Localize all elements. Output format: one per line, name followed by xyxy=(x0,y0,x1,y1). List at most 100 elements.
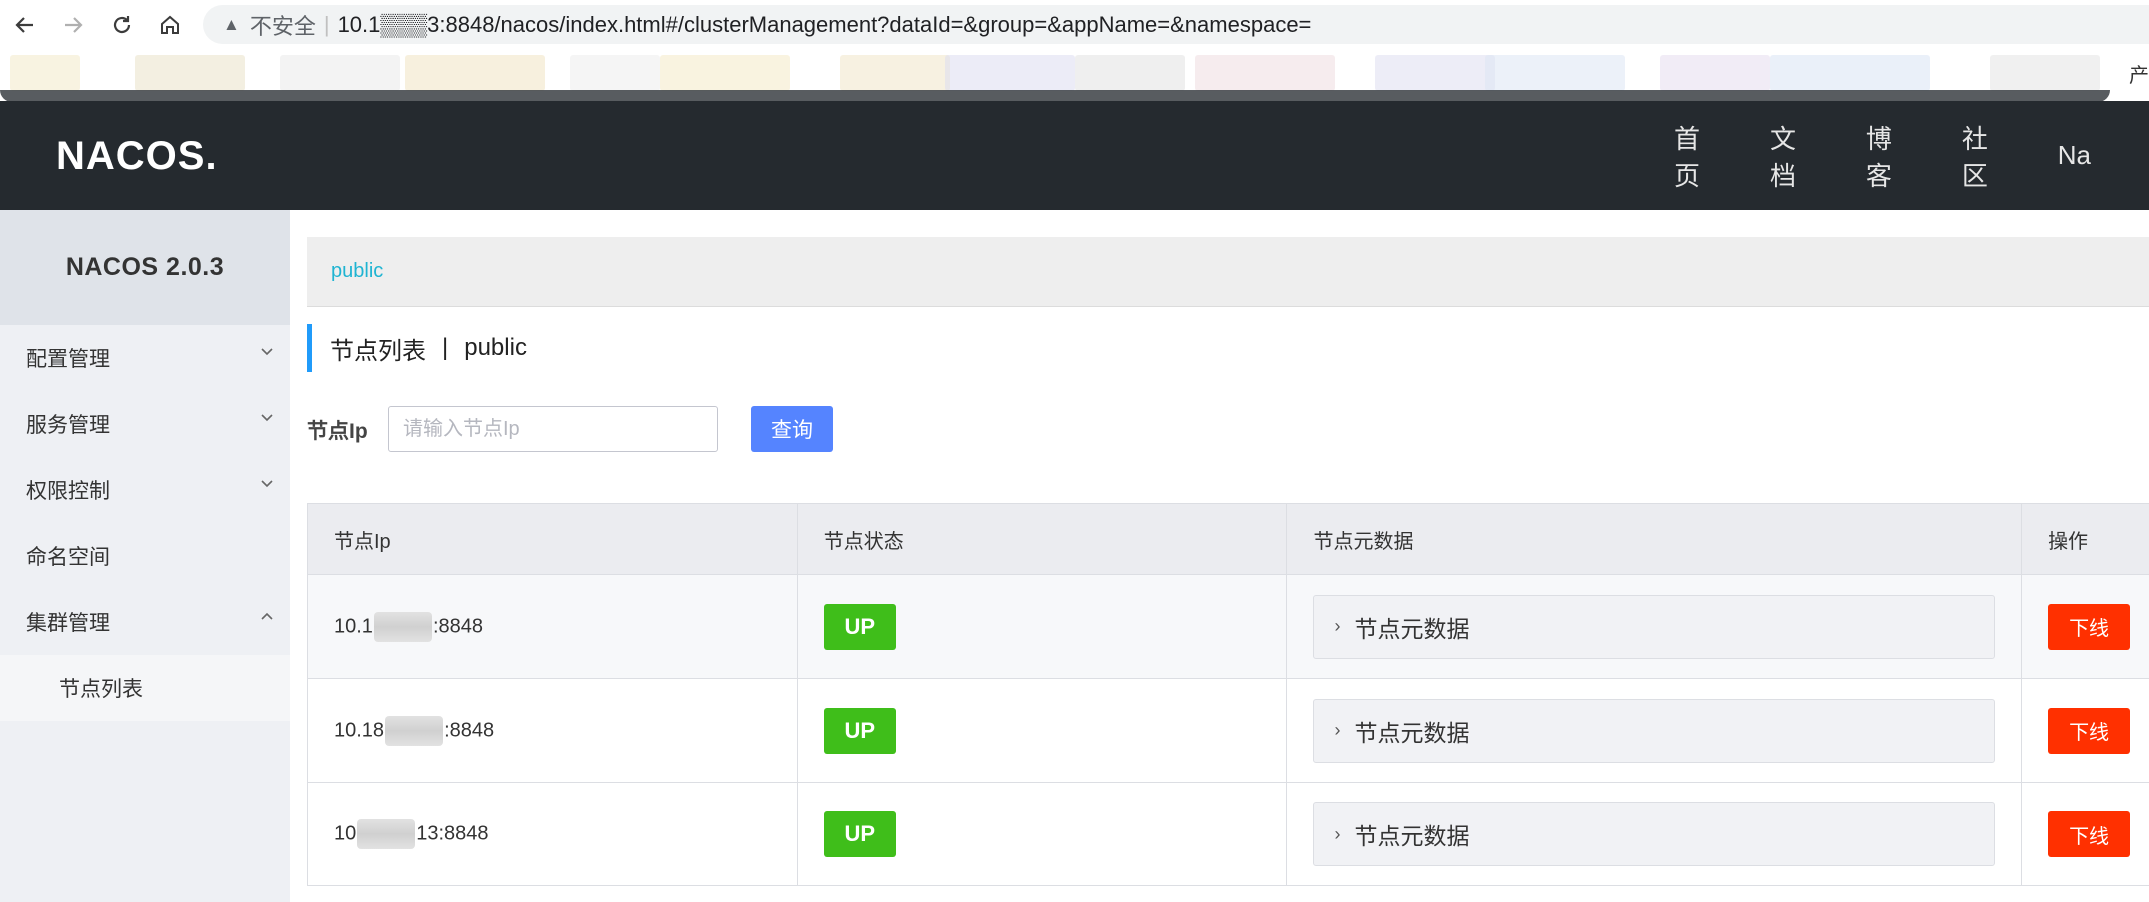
table-row: 10 13:8848 UP › 节点元数据 下线 xyxy=(308,782,2149,886)
sidebar-item-label: 集群管理 xyxy=(26,612,110,635)
metadata-label: 节点元数据 xyxy=(1354,823,1470,849)
address-bar[interactable]: ▲ 不安全 | 10.1▒▒▒3:8848/nacos/index.html#/… xyxy=(203,5,2149,44)
node-ip-cell: 10.1:8848 xyxy=(308,575,798,678)
node-ip: 10.1:8848 xyxy=(334,611,483,642)
query-button[interactable]: 查询 xyxy=(751,406,833,452)
nacos-logo[interactable]: NACOS. xyxy=(56,129,236,179)
offline-button[interactable]: 下线 xyxy=(2048,707,2131,754)
bookmark-item[interactable] xyxy=(1770,55,1930,91)
node-ip: 10 13:8848 xyxy=(334,819,489,849)
chevron-right-icon: › xyxy=(1334,616,1341,636)
url-text[interactable]: 10.1▒▒▒3:8848/nacos/index.html#/clusterM… xyxy=(338,12,1312,38)
insecure-label: 不安全 xyxy=(249,13,316,39)
bookmark-item[interactable] xyxy=(10,55,80,91)
column-header-metadata: 节点元数据 xyxy=(1287,504,2023,574)
metadata-collapse[interactable]: › 节点元数据 xyxy=(1313,802,1996,866)
page-title: 节点列表 | public xyxy=(307,324,527,372)
sidebar-item-label: 配置管理 xyxy=(26,348,110,371)
chevron-up-icon xyxy=(261,612,273,620)
browser-toolbar: ▲ 不安全 | 10.1▒▒▒3:8848/nacos/index.html#/… xyxy=(0,0,2149,49)
column-header-status: 节点状态 xyxy=(798,504,1288,574)
reload-icon[interactable] xyxy=(105,8,139,42)
top-nav: 首页 文档 博客 社区 Na xyxy=(1674,101,2149,210)
bookmark-item[interactable] xyxy=(660,55,790,91)
version-title: NACOS 2.0.3 xyxy=(0,210,290,325)
offline-button[interactable]: 下线 xyxy=(2048,603,2131,650)
bookmark-item[interactable] xyxy=(1195,55,1335,91)
bookmark-item[interactable] xyxy=(1075,55,1185,91)
sidebar-item-service[interactable]: 服务管理 xyxy=(0,391,290,457)
namespace-link-public[interactable]: public xyxy=(331,260,383,283)
action-cell: 下线 xyxy=(2022,575,2149,678)
sidebar-item-label: 命名空间 xyxy=(26,546,110,569)
status-badge: UP xyxy=(823,603,896,650)
node-metadata-cell: › 节点元数据 xyxy=(1287,575,2023,678)
sidebar-item-config[interactable]: 配置管理 xyxy=(0,325,290,391)
node-ip-cell: 10 13:8848 xyxy=(308,783,798,885)
node-metadata-cell: › 节点元数据 xyxy=(1287,783,2023,885)
sidebar-item-cluster[interactable]: 集群管理 xyxy=(0,589,290,655)
bookmark-item[interactable] xyxy=(280,55,400,91)
table-row: 10.18:8848 UP › 节点元数据 下线 xyxy=(308,678,2149,782)
bookmark-item[interactable] xyxy=(1990,55,2100,91)
bookmark-item[interactable] xyxy=(840,55,950,91)
node-ip-search-input[interactable] xyxy=(388,406,718,452)
metadata-label: 节点元数据 xyxy=(1354,719,1470,746)
sidebar-item-auth[interactable]: 权限控制 xyxy=(0,457,290,523)
table-header: 节点Ip 节点状态 节点元数据 操作 xyxy=(308,504,2149,574)
node-metadata-cell: › 节点元数据 xyxy=(1287,679,2023,782)
offline-button[interactable]: 下线 xyxy=(2048,811,2131,857)
chevron-right-icon: › xyxy=(1334,720,1341,740)
nav-community[interactable]: 社区 xyxy=(1962,119,2000,193)
app-header: NACOS. 首页 文档 博客 社区 Na xyxy=(0,101,2149,210)
back-icon[interactable] xyxy=(8,8,42,42)
chevron-right-icon: › xyxy=(1334,823,1341,844)
bookmark-item[interactable] xyxy=(1485,55,1625,91)
home-icon[interactable] xyxy=(153,8,187,42)
node-ip: 10.18:8848 xyxy=(334,715,494,746)
warning-icon: ▲ xyxy=(223,14,240,34)
bookmark-item[interactable] xyxy=(945,55,1075,91)
redacted-mask xyxy=(373,611,432,642)
nav-more[interactable]: Na xyxy=(2058,140,2091,171)
sidebar-item-label: 权限控制 xyxy=(26,480,110,503)
nav-blog[interactable]: 博客 xyxy=(1866,119,1904,193)
metadata-label: 节点元数据 xyxy=(1354,615,1470,642)
chevron-down-icon xyxy=(261,480,273,488)
action-cell: 下线 xyxy=(2022,783,2149,885)
bookmark-item[interactable] xyxy=(1375,55,1495,91)
sidebar-item-namespace[interactable]: 命名空间 xyxy=(0,523,290,589)
sidebar-item-label: 服务管理 xyxy=(26,414,110,437)
node-table: 节点Ip 节点状态 节点元数据 操作 10.1:8848 UP › 节点元数据 … xyxy=(307,503,2149,886)
bookmark-overflow-label[interactable]: 产 xyxy=(2129,59,2149,88)
metadata-collapse[interactable]: › 节点元数据 xyxy=(1313,698,1996,763)
chevron-down-icon xyxy=(261,348,273,356)
page-title-text: 节点列表 xyxy=(330,337,426,365)
logo-text: NACOS. xyxy=(56,134,218,178)
bookmark-item[interactable] xyxy=(135,55,245,91)
status-badge: UP xyxy=(823,811,896,857)
sidebar-subitem-node-list[interactable]: 节点列表 xyxy=(0,655,290,721)
nav-home[interactable]: 首页 xyxy=(1674,119,1712,193)
node-status-cell: UP xyxy=(798,679,1288,782)
node-status-cell: UP xyxy=(798,783,1288,885)
node-status-cell: UP xyxy=(798,575,1288,678)
metadata-collapse[interactable]: › 节点元数据 xyxy=(1313,594,1996,659)
bookmark-item[interactable] xyxy=(1660,55,1770,91)
namespace-bar: public xyxy=(307,237,2149,307)
bookmark-item[interactable] xyxy=(405,55,545,91)
action-cell: 下线 xyxy=(2022,679,2149,782)
forward-icon[interactable] xyxy=(56,8,90,42)
redacted-mask xyxy=(357,819,416,849)
node-ip-cell: 10.18:8848 xyxy=(308,679,798,782)
page-title-namespace: public xyxy=(464,334,527,361)
status-badge: UP xyxy=(823,707,896,754)
chevron-down-icon xyxy=(261,414,273,422)
omnibox-separator: | xyxy=(323,11,330,37)
bookmark-item[interactable] xyxy=(570,55,660,91)
page-title-separator: | xyxy=(442,334,449,361)
nav-docs[interactable]: 文档 xyxy=(1770,119,1808,193)
table-row: 10.1:8848 UP › 节点元数据 下线 xyxy=(308,574,2149,678)
search-label: 节点Ip xyxy=(307,420,368,443)
column-header-ip: 节点Ip xyxy=(308,504,798,574)
